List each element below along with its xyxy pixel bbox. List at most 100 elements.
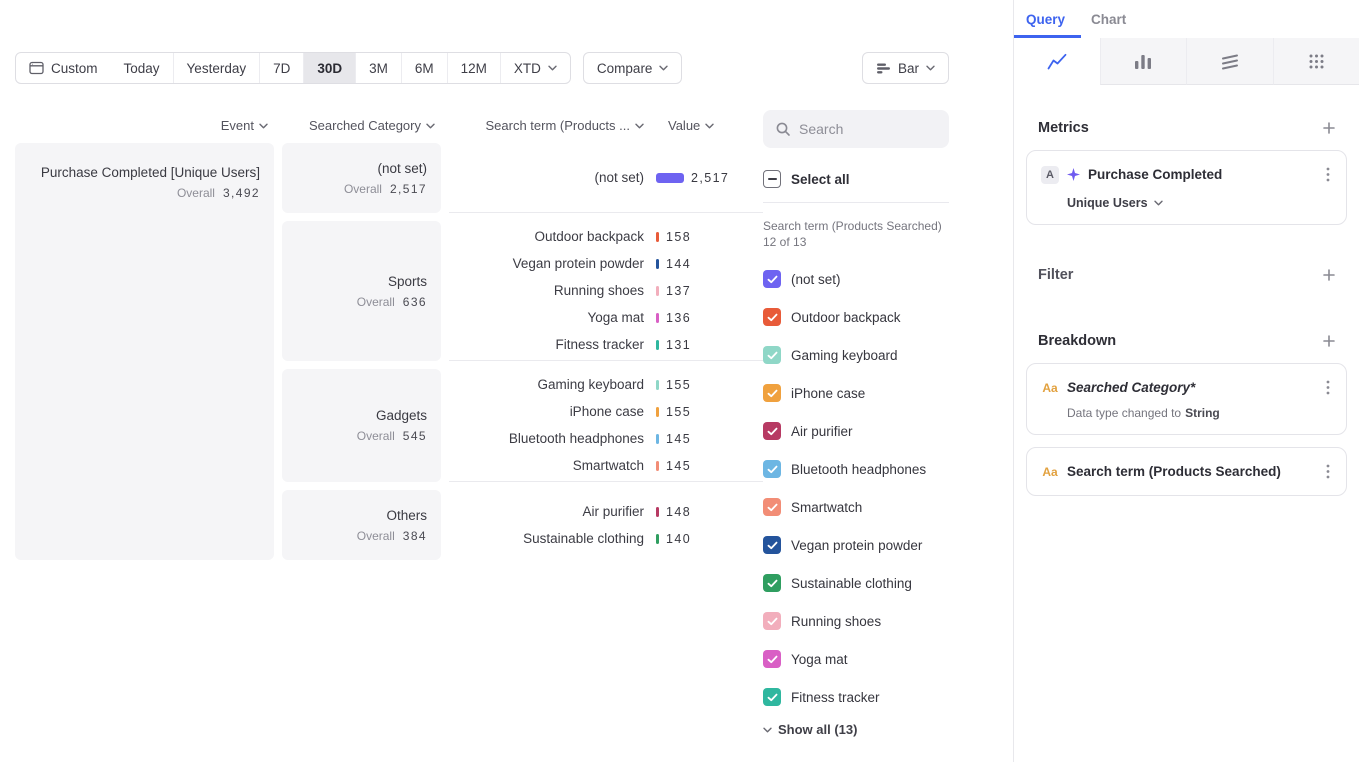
- term-row[interactable]: Running shoes 137: [449, 277, 763, 304]
- overall-label: Overall: [357, 529, 395, 543]
- value-bar: [656, 380, 659, 390]
- tab-chart[interactable]: Chart: [1091, 0, 1126, 38]
- checkbox-checked-icon[interactable]: [763, 574, 781, 592]
- term-row[interactable]: Air purifier 148: [449, 498, 763, 525]
- category-cell[interactable]: Sports Overall636: [282, 221, 441, 361]
- filter-list-item[interactable]: Vegan protein powder: [763, 526, 949, 564]
- date-range-button[interactable]: 3M: [355, 53, 401, 83]
- column-header-search-term[interactable]: Search term (Products ...: [449, 118, 644, 133]
- xtd-button[interactable]: XTD: [500, 53, 570, 83]
- term-row[interactable]: Bluetooth headphones 145: [449, 425, 763, 452]
- chevron-down-icon: [1154, 200, 1163, 206]
- custom-date-button[interactable]: Custom: [16, 53, 111, 83]
- add-breakdown-button[interactable]: [1319, 331, 1339, 351]
- filter-title: Filter: [1038, 267, 1073, 283]
- chart-type-line-tab[interactable]: [1014, 38, 1100, 85]
- breakdown-card-search-term[interactable]: Aa Search term (Products Searched): [1026, 447, 1347, 496]
- plus-icon: [1323, 269, 1335, 281]
- filter-list-item[interactable]: Outdoor backpack: [763, 298, 949, 336]
- filter-list-item[interactable]: iPhone case: [763, 374, 949, 412]
- checkbox-checked-icon[interactable]: [763, 422, 781, 440]
- category-cell[interactable]: Others Overall384: [282, 490, 441, 560]
- checkbox-checked-icon[interactable]: [763, 612, 781, 630]
- filter-header-row: Filter: [1014, 265, 1359, 285]
- report-content: Event Searched Category Search term (Pro…: [0, 84, 1013, 762]
- tab-query[interactable]: Query: [1026, 0, 1065, 38]
- date-range-group: Custom TodayYesterday7D30D3M6M12M XTD: [15, 52, 571, 84]
- term-rows: Air purifier 148 Sustainable clothing 14…: [449, 490, 763, 560]
- filter-list-item[interactable]: Running shoes: [763, 602, 949, 640]
- checkbox-checked-icon[interactable]: [763, 688, 781, 706]
- search-icon: [775, 121, 791, 137]
- checkbox-checked-icon[interactable]: [763, 346, 781, 364]
- chevron-down-icon: [426, 123, 435, 129]
- category-cell[interactable]: Gadgets Overall545: [282, 369, 441, 482]
- checkbox-checked-icon[interactable]: [763, 384, 781, 402]
- breakdown-kebab-menu[interactable]: [1324, 462, 1332, 481]
- date-range-button[interactable]: 7D: [259, 53, 303, 83]
- date-range-button[interactable]: Today: [111, 53, 173, 83]
- chart-type-bar-tab[interactable]: [1100, 38, 1187, 85]
- term-row[interactable]: (not set) 2,517: [449, 164, 763, 191]
- breakdown-card-searched-category[interactable]: Aa Searched Category* Data type changed …: [1026, 363, 1347, 435]
- overall-label: Overall: [357, 295, 395, 309]
- filter-list-item[interactable]: Bluetooth headphones: [763, 450, 949, 488]
- filter-item-label: (not set): [791, 272, 841, 287]
- checkbox-checked-icon[interactable]: [763, 460, 781, 478]
- column-header-category[interactable]: Searched Category: [282, 118, 441, 133]
- value-bar: [656, 313, 659, 323]
- compare-button[interactable]: Compare: [583, 52, 683, 84]
- filter-list-item[interactable]: Sustainable clothing: [763, 564, 949, 602]
- column-header-value[interactable]: Value: [668, 118, 714, 133]
- value-bar: [656, 461, 659, 471]
- term-row[interactable]: Smartwatch 145: [449, 452, 763, 479]
- date-range-button[interactable]: Yesterday: [173, 53, 260, 83]
- value-label: 140: [666, 532, 691, 546]
- event-cell[interactable]: Purchase Completed [Unique Users] Overal…: [15, 143, 274, 560]
- term-row[interactable]: Fitness tracker 131: [449, 331, 763, 358]
- plus-icon: [1323, 122, 1335, 134]
- string-type-icon: Aa: [1041, 381, 1059, 395]
- checkbox-checked-icon[interactable]: [763, 270, 781, 288]
- metric-card[interactable]: A Purchase Completed Unique Users: [1026, 150, 1347, 225]
- measure-dropdown[interactable]: Unique Users: [1067, 196, 1332, 210]
- breakdown-kebab-menu[interactable]: [1324, 378, 1332, 397]
- filter-list-item[interactable]: Yoga mat: [763, 640, 949, 678]
- metric-kebab-menu[interactable]: [1324, 165, 1332, 184]
- checkbox-checked-icon[interactable]: [763, 498, 781, 516]
- term-row[interactable]: Vegan protein powder 144: [449, 250, 763, 277]
- checkbox-checked-icon[interactable]: [763, 650, 781, 668]
- term-rows: Outdoor backpack 158 Vegan protein powde…: [449, 221, 763, 361]
- add-filter-button[interactable]: [1319, 265, 1339, 285]
- column-header-event[interactable]: Event: [15, 118, 274, 133]
- chart-type-metric-tab[interactable]: [1273, 38, 1359, 85]
- chart-type-dropdown[interactable]: Bar: [862, 52, 949, 84]
- kebab-icon: [1326, 167, 1330, 182]
- category-group: Sports Overall636 Outdoor backpack 158 V…: [282, 221, 763, 361]
- checkbox-checked-icon[interactable]: [763, 308, 781, 326]
- date-range-button[interactable]: 30D: [303, 53, 355, 83]
- term-row[interactable]: Yoga mat 136: [449, 304, 763, 331]
- show-all-link[interactable]: Show all (13): [763, 722, 949, 737]
- checkbox-indeterminate-icon[interactable]: [763, 170, 781, 188]
- chart-type-stacked-tab[interactable]: [1186, 38, 1273, 85]
- select-all-label: Select all: [791, 172, 850, 187]
- search-box[interactable]: [763, 110, 949, 148]
- checkbox-checked-icon[interactable]: [763, 536, 781, 554]
- term-row[interactable]: iPhone case 155: [449, 398, 763, 425]
- filter-list-item[interactable]: Smartwatch: [763, 488, 949, 526]
- term-row[interactable]: Sustainable clothing 140: [449, 525, 763, 552]
- search-input[interactable]: [799, 121, 937, 137]
- add-metric-button[interactable]: [1319, 118, 1339, 138]
- date-range-button[interactable]: 6M: [401, 53, 447, 83]
- term-row[interactable]: Gaming keyboard 155: [449, 371, 763, 398]
- category-cell[interactable]: (not set) Overall2,517: [282, 143, 441, 213]
- filter-list-item[interactable]: Air purifier: [763, 412, 949, 450]
- filter-list-item[interactable]: (not set): [763, 260, 949, 298]
- date-range-button[interactable]: 12M: [447, 53, 500, 83]
- filter-list-item[interactable]: Fitness tracker: [763, 678, 949, 716]
- term-label: Sustainable clothing: [449, 531, 644, 546]
- filter-list-item[interactable]: Gaming keyboard: [763, 336, 949, 374]
- select-all-row[interactable]: Select all: [763, 170, 949, 188]
- term-row[interactable]: Outdoor backpack 158: [449, 223, 763, 250]
